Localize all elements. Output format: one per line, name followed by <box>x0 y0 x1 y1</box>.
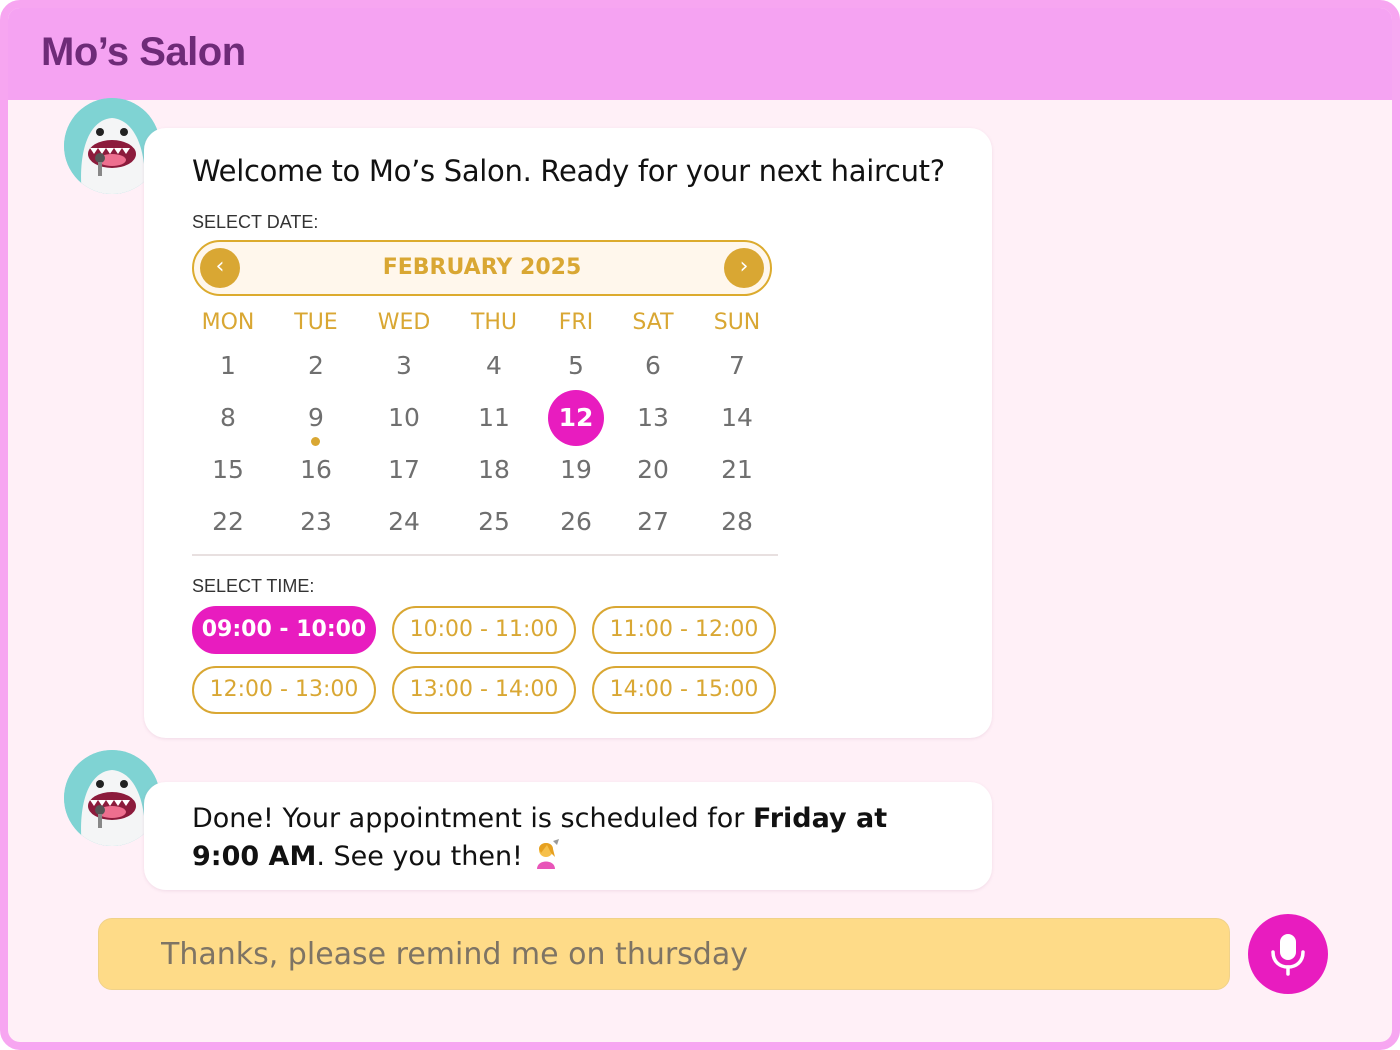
weekday-header: SUN <box>713 310 761 335</box>
day-number: 26 <box>560 507 592 536</box>
day-number: 11 <box>478 403 510 432</box>
calendar-day[interactable]: 28 <box>709 494 765 550</box>
day-number: 20 <box>637 455 669 484</box>
weekday-header: FRI <box>558 310 594 335</box>
calendar-day[interactable]: 7 <box>709 338 765 394</box>
day-number: 2 <box>308 351 324 380</box>
app-title: Mo’s Salon <box>41 30 246 74</box>
calendar-day[interactable]: 15 <box>200 442 256 498</box>
time-slot[interactable]: 14:00 - 15:00 <box>592 666 776 714</box>
confirmation-text-part: . See you then! <box>316 841 532 872</box>
day-number: 21 <box>721 455 753 484</box>
calendar-day[interactable]: 9 <box>288 390 344 446</box>
bot-message-booking: Welcome to Mo’s Salon. Ready for your ne… <box>144 128 992 738</box>
day-number: 12 <box>558 403 594 432</box>
day-number: 22 <box>212 507 244 536</box>
bot-message-confirmation: Done! Your appointment is scheduled for … <box>144 782 992 890</box>
microphone-button[interactable] <box>1248 914 1328 994</box>
day-number: 24 <box>388 507 420 536</box>
calendar-day[interactable]: 22 <box>200 494 256 550</box>
calendar-day[interactable]: 17 <box>376 442 432 498</box>
day-number: 8 <box>220 403 236 432</box>
day-number: 3 <box>396 351 412 380</box>
message-composer <box>98 918 1230 990</box>
calendar-day[interactable]: 26 <box>548 494 604 550</box>
weekday-header: THU <box>470 310 518 335</box>
weekday-header: SAT <box>632 310 674 335</box>
calendar-day[interactable]: 6 <box>625 338 681 394</box>
day-number: 16 <box>300 455 332 484</box>
calendar-day[interactable]: 14 <box>709 390 765 446</box>
day-number: 18 <box>478 455 510 484</box>
time-slot[interactable]: 13:00 - 14:00 <box>392 666 576 714</box>
confirmation-text: Done! Your appointment is scheduled for … <box>192 800 952 876</box>
app-header: Mo’s Salon <box>8 8 1392 100</box>
time-slot[interactable]: 10:00 - 11:00 <box>392 606 576 654</box>
calendar-day[interactable]: 2 <box>288 338 344 394</box>
calendar-day[interactable]: 3 <box>376 338 432 394</box>
time-slot-selected[interactable]: 09:00 - 10:00 <box>192 606 376 654</box>
day-number: 9 <box>308 403 324 432</box>
time-slot[interactable]: 11:00 - 12:00 <box>592 606 776 654</box>
time-slot[interactable]: 12:00 - 13:00 <box>192 666 376 714</box>
calendar-day[interactable]: 16 <box>288 442 344 498</box>
day-number: 5 <box>568 351 584 380</box>
chevron-right-icon[interactable]: › <box>724 248 764 288</box>
calendar-day[interactable]: 24 <box>376 494 432 550</box>
day-number: 7 <box>729 351 745 380</box>
message-input[interactable] <box>161 919 1201 989</box>
calendar-day[interactable]: 8 <box>200 390 256 446</box>
selected-day[interactable]: 12 <box>548 390 604 446</box>
day-number: 27 <box>637 507 669 536</box>
day-number: 10 <box>388 403 420 432</box>
calendar-day[interactable]: 5 <box>548 338 604 394</box>
month-label: FEBRUARY 2025 <box>382 255 582 280</box>
welcome-text: Welcome to Mo’s Salon. Ready for your ne… <box>192 154 945 188</box>
select-date-label: SELECT DATE: <box>192 212 319 232</box>
divider <box>192 554 778 556</box>
day-number: 13 <box>637 403 669 432</box>
app-window: Mo’s Salon Welcome to Mo’s Salon. Ready … <box>0 0 1400 1050</box>
day-number: 17 <box>388 455 420 484</box>
day-number: 6 <box>645 351 661 380</box>
day-number: 28 <box>721 507 753 536</box>
calendar-day[interactable]: 11 <box>466 390 522 446</box>
day-number: 14 <box>721 403 753 432</box>
calendar-day[interactable]: 1 <box>200 338 256 394</box>
day-number: 23 <box>300 507 332 536</box>
calendar-day[interactable]: 18 <box>466 442 522 498</box>
calendar-day[interactable]: 21 <box>709 442 765 498</box>
microphone-icon <box>1271 934 1305 976</box>
weekday-header: TUE <box>294 310 338 335</box>
calendar-day[interactable]: 27 <box>625 494 681 550</box>
calendar-day[interactable]: 13 <box>625 390 681 446</box>
weekday-header: MON <box>201 310 255 335</box>
day-number: 19 <box>560 455 592 484</box>
day-number: 15 <box>212 455 244 484</box>
calendar-day[interactable]: 4 <box>466 338 522 394</box>
woman-getting-haircut-emoji <box>531 839 561 869</box>
calendar-day[interactable]: 23 <box>288 494 344 550</box>
calendar-day[interactable]: 10 <box>376 390 432 446</box>
day-number: 1 <box>220 351 236 380</box>
weekday-header: WED <box>377 310 431 335</box>
day-number: 25 <box>478 507 510 536</box>
month-navigator: ‹ FEBRUARY 2025 › <box>192 240 772 296</box>
calendar-day[interactable]: 20 <box>625 442 681 498</box>
select-time-label: SELECT TIME: <box>192 576 315 596</box>
calendar-day[interactable]: 19 <box>548 442 604 498</box>
confirmation-text-part: Done! Your appointment is scheduled for <box>192 803 753 834</box>
calendar-day[interactable]: 25 <box>466 494 522 550</box>
day-number: 4 <box>486 351 502 380</box>
